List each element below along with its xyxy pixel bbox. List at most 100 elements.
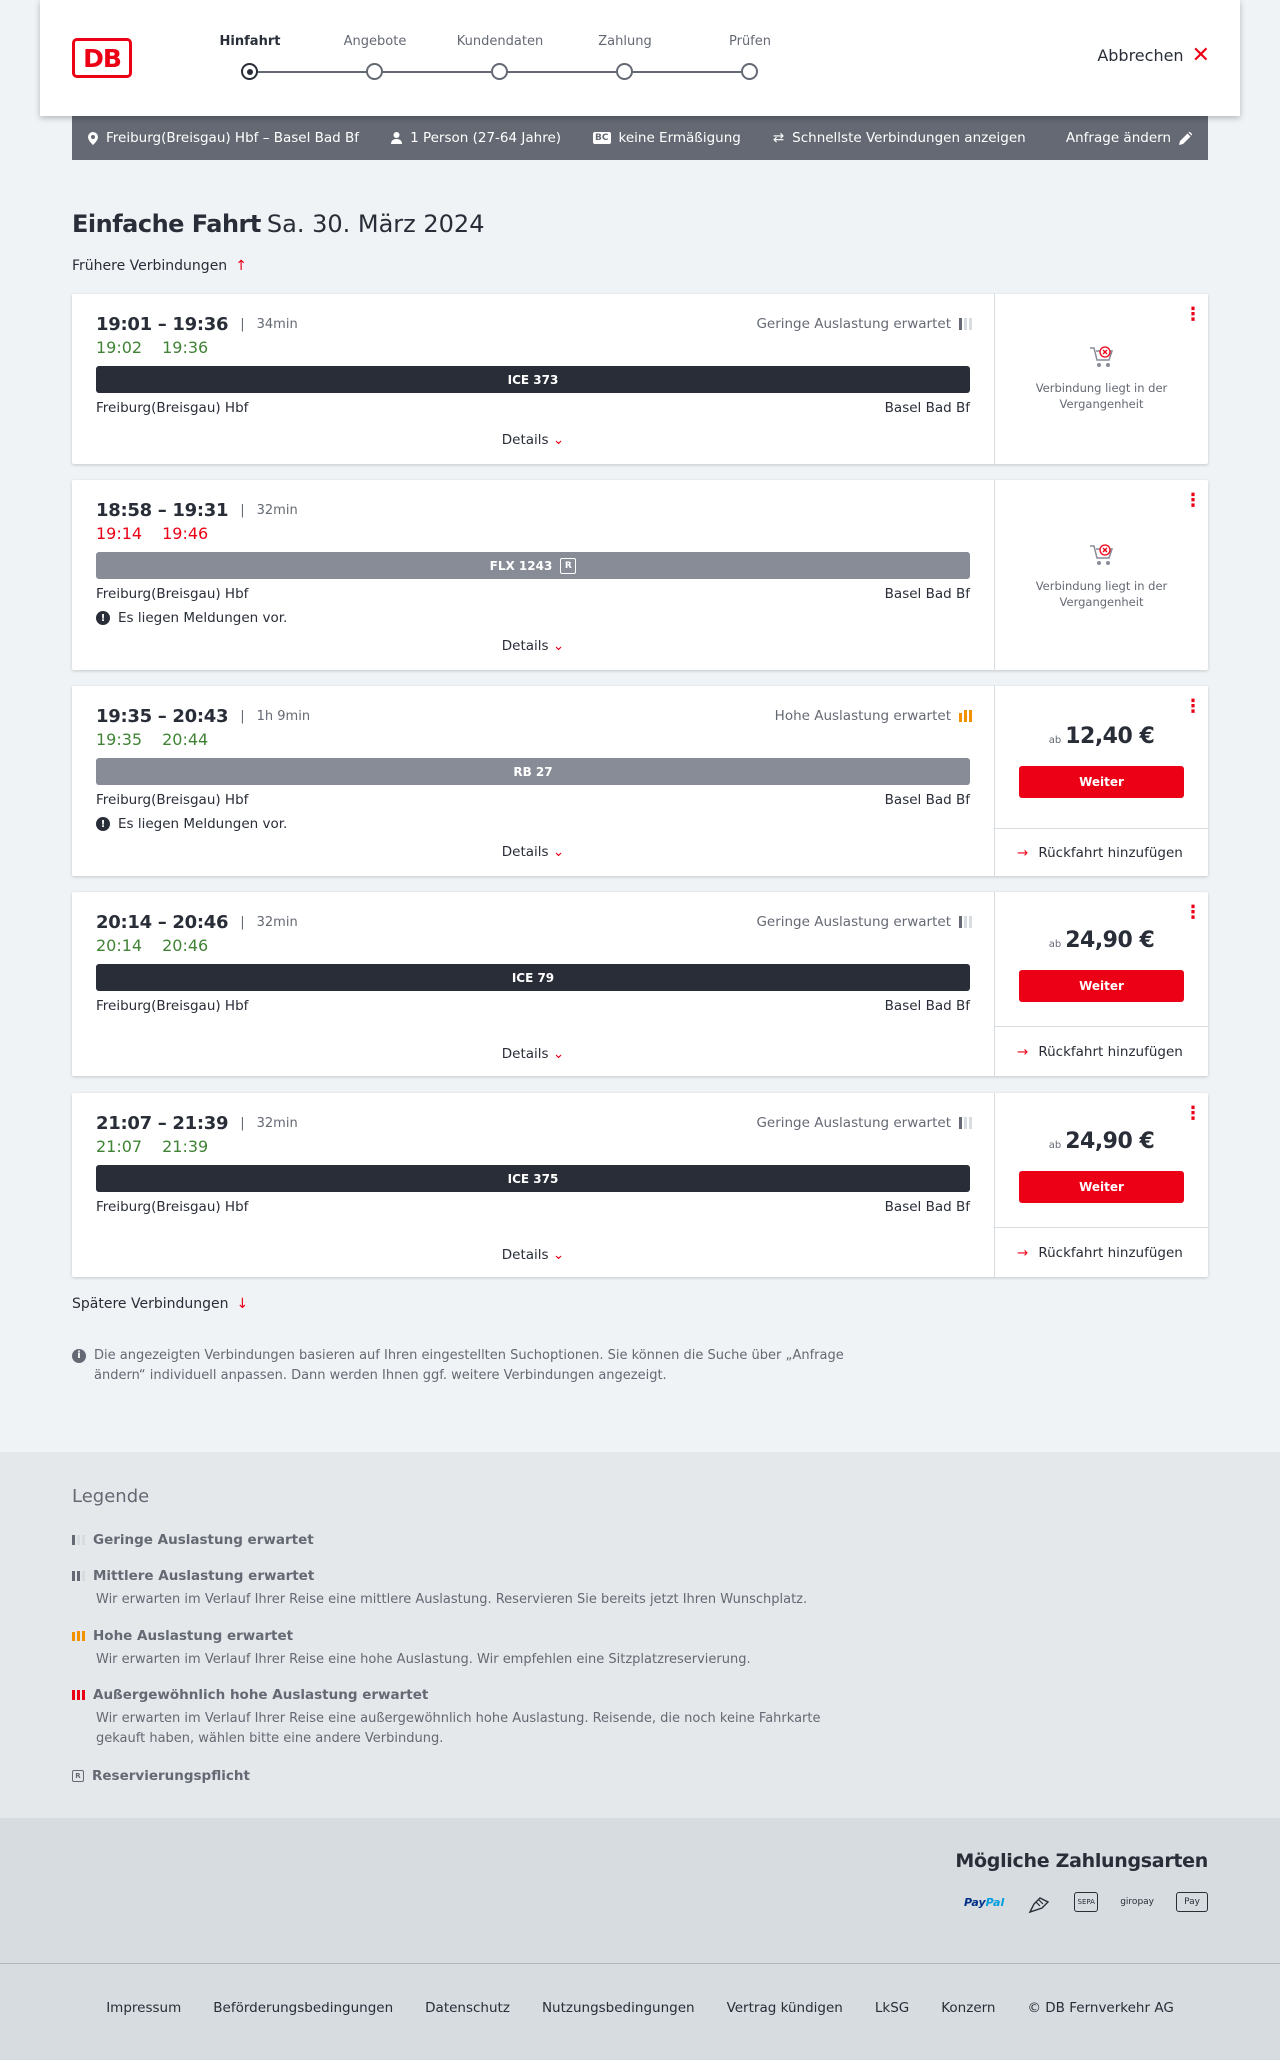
fastest-connections-toggle[interactable]: ⇄ Schnellste Verbindungen anzeigen bbox=[773, 130, 1026, 146]
chevron-down-icon: ⌄ bbox=[552, 638, 565, 654]
legend-item: R Reservierungspflicht bbox=[72, 1768, 872, 1784]
footer-link-nutzungsbedingungen[interactable]: Nutzungsbedingungen bbox=[542, 2000, 695, 2016]
footer-links: Impressum Beförderungsbedingungen Datens… bbox=[0, 2000, 1280, 2016]
footer-link-konzern[interactable]: Konzern bbox=[941, 2000, 995, 2016]
footer-link-vertrag-kuendigen[interactable]: Vertrag kündigen bbox=[727, 2000, 843, 2016]
train-name: RB 27 bbox=[513, 764, 553, 779]
realtime-departure: 19:35 bbox=[96, 730, 143, 749]
db-logo[interactable]: DB bbox=[72, 38, 132, 78]
legend-item: Außergewöhnlich hohe Auslastung erwartet… bbox=[72, 1687, 872, 1749]
departure-station: Freiburg(Breisgau) Hbf bbox=[96, 400, 249, 416]
notice-message[interactable]: ! Es liegen Meldungen vor. bbox=[96, 816, 287, 832]
price-value: 12,40 € bbox=[1065, 724, 1155, 749]
realtime-times: 21:07 21:39 bbox=[96, 1137, 228, 1156]
low-occupancy-icon bbox=[959, 1117, 972, 1129]
train-bar[interactable]: ICE 375 bbox=[96, 1165, 970, 1192]
later-connections-link[interactable]: Spätere Verbindungen ↓ bbox=[72, 1296, 248, 1312]
footer-link-datenschutz[interactable]: Datenschutz bbox=[425, 2000, 510, 2016]
location-pin-icon bbox=[88, 131, 98, 145]
arrow-down-icon: ↓ bbox=[236, 1296, 249, 1312]
price-prefix: ab bbox=[1048, 1140, 1062, 1151]
train-bar[interactable]: FLX 1243 R bbox=[96, 552, 970, 579]
notice-text: Es liegen Meldungen vor. bbox=[118, 610, 288, 626]
occupancy-text: Geringe Auslastung erwartet bbox=[756, 914, 951, 930]
giropay-icon: giropay bbox=[1120, 1897, 1154, 1907]
add-return-label: Rückfahrt hinzufügen bbox=[1038, 1043, 1183, 1060]
connection-card: 19:35 – 20:43 | 1h 9min 19:35 20:44 Hohe Au… bbox=[72, 686, 1208, 876]
continue-button[interactable]: Weiter bbox=[1019, 1171, 1184, 1203]
add-return-button[interactable]: → Rückfahrt hinzufügen bbox=[995, 1227, 1208, 1277]
arrow-right-icon: → bbox=[1017, 1244, 1029, 1261]
past-text: Verbindung liegt in der Vergangenheit bbox=[1035, 381, 1168, 411]
legend-item-title: Reservierungspflicht bbox=[92, 1768, 250, 1784]
connection-card: 20:14 – 20:46 | 32min 20:14 20:46 Geringe A… bbox=[72, 892, 1208, 1076]
duration: 32min bbox=[256, 915, 298, 930]
train-bar[interactable]: ICE 373 bbox=[96, 366, 970, 393]
search-info-note: i Die angezeigten Verbindungen basieren … bbox=[72, 1346, 852, 1386]
offer-panel: ⋮ Verbindung liegt in der Vergangenheit bbox=[994, 294, 1208, 464]
connection-details: 21:07 – 21:39 | 32min 21:07 21:39 Geringe A… bbox=[72, 1093, 994, 1277]
details-toggle[interactable]: Details ⌄ bbox=[72, 844, 994, 860]
connection-details: 19:01 – 19:36 | 34min 19:02 19:36 Geringe A… bbox=[72, 294, 994, 464]
chevron-down-icon: ⌄ bbox=[552, 844, 565, 860]
train-name: ICE 375 bbox=[507, 1171, 559, 1186]
continue-button[interactable]: Weiter bbox=[1019, 970, 1184, 1002]
payment-methods-section: Mögliche Zahlungsarten PayPal SEPA girop… bbox=[0, 1818, 1280, 1963]
price-value: 24,90 € bbox=[1065, 1129, 1155, 1154]
more-options-icon[interactable]: ⋮ bbox=[1184, 306, 1202, 324]
planned-times: 19:35 – 20:43 | 1h 9min bbox=[96, 706, 310, 727]
paypal-icon: PayPal bbox=[964, 1895, 1005, 1909]
footer-link-befoerderungsbedingungen[interactable]: Beförderungsbedingungen bbox=[213, 2000, 393, 2016]
trip-date: Sa. 30. März 2024 bbox=[266, 210, 485, 238]
duration: 1h 9min bbox=[256, 709, 311, 724]
time-range: 21:07 – 21:39 bbox=[96, 1113, 229, 1134]
chevron-down-icon: ⌄ bbox=[552, 1247, 565, 1263]
details-toggle[interactable]: Details ⌄ bbox=[72, 432, 994, 448]
arrival-station: Basel Bad Bf bbox=[884, 586, 970, 602]
details-toggle[interactable]: Details ⌄ bbox=[72, 1046, 994, 1062]
occupancy-text: Hohe Auslastung erwartet bbox=[774, 708, 951, 724]
realtime-times: 19:02 19:36 bbox=[96, 338, 228, 357]
price: ab 24,90 € bbox=[995, 928, 1208, 953]
train-bar[interactable]: ICE 79 bbox=[96, 964, 970, 991]
more-options-icon[interactable]: ⋮ bbox=[1184, 492, 1202, 510]
more-options-icon[interactable]: ⋮ bbox=[1184, 1105, 1202, 1123]
realtime-departure: 19:14 bbox=[96, 524, 143, 543]
legend-item-desc: Wir erwarten im Verlauf Ihrer Reise eine… bbox=[96, 1592, 808, 1607]
details-toggle[interactable]: Details ⌄ bbox=[72, 638, 994, 654]
add-return-button[interactable]: → Rückfahrt hinzufügen bbox=[995, 1026, 1208, 1076]
add-return-button[interactable]: → Rückfahrt hinzufügen bbox=[995, 828, 1208, 876]
footer-copyright: © DB Fernverkehr AG bbox=[1027, 2000, 1174, 2016]
close-icon: ✕ bbox=[1191, 42, 1210, 68]
realtime-arrival: 21:39 bbox=[162, 1137, 209, 1156]
edit-request-button[interactable]: Anfrage ändern bbox=[1066, 130, 1192, 146]
legend-title: Legende bbox=[72, 1486, 150, 1507]
reservation-required-icon: R bbox=[72, 1770, 84, 1782]
bahncard-icon: BC bbox=[593, 132, 611, 144]
route-text: Freiburg(Breisgau) Hbf – Basel Bad Bf bbox=[106, 130, 360, 146]
train-bar[interactable]: RB 27 bbox=[96, 758, 970, 785]
details-label: Details bbox=[501, 1046, 549, 1062]
details-toggle[interactable]: Details ⌄ bbox=[72, 1247, 994, 1263]
chevron-down-icon: ⌄ bbox=[552, 432, 565, 448]
page-title: Einfache Fahrt Sa. 30. März 2024 bbox=[72, 210, 484, 238]
separator: | bbox=[240, 317, 245, 332]
payment-title: Mögliche Zahlungsarten bbox=[955, 1850, 1208, 1872]
step-dot-hinfahrt bbox=[241, 63, 258, 80]
past-text: Verbindung liegt in der Vergangenheit bbox=[1035, 579, 1168, 609]
occupancy-info: Geringe Auslastung erwartet bbox=[756, 316, 972, 332]
cart-unavailable-icon bbox=[1089, 544, 1113, 565]
cancel-button[interactable]: Abbrechen ✕ bbox=[1097, 42, 1210, 68]
footer-link-impressum[interactable]: Impressum bbox=[106, 2000, 181, 2016]
footer-link-lksg[interactable]: LkSG bbox=[875, 2000, 909, 2016]
price: ab 12,40 € bbox=[995, 724, 1208, 749]
notice-message[interactable]: ! Es liegen Meldungen vor. bbox=[96, 610, 287, 626]
continue-button[interactable]: Weiter bbox=[1019, 766, 1184, 798]
more-options-icon[interactable]: ⋮ bbox=[1184, 904, 1202, 922]
fastest-text: Schnellste Verbindungen anzeigen bbox=[792, 130, 1026, 146]
swap-arrows-icon: ⇄ bbox=[772, 130, 785, 146]
earlier-connections-link[interactable]: Frühere Verbindungen ↑ bbox=[72, 258, 247, 274]
low-occupancy-icon bbox=[959, 318, 972, 330]
connection-details: 20:14 – 20:46 | 32min 20:14 20:46 Geringe A… bbox=[72, 892, 994, 1076]
more-options-icon[interactable]: ⋮ bbox=[1184, 698, 1202, 716]
